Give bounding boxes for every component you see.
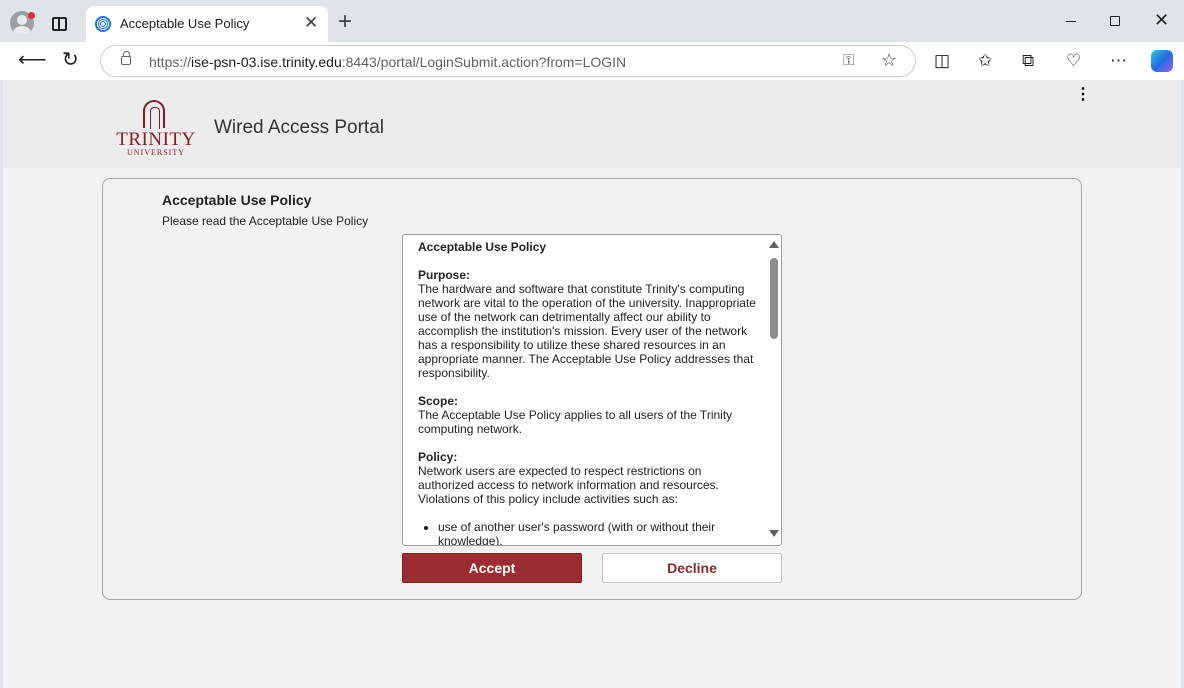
panel-title: Acceptable Use Policy (162, 192, 312, 208)
policy-text-box[interactable]: Acceptable Use Policy Purpose: The hardw… (402, 234, 782, 546)
tab-actions-icon[interactable] (52, 17, 67, 31)
favorite-star-icon[interactable]: ☆ (881, 50, 897, 71)
logo-name: TRINITY (116, 129, 196, 150)
close-window-icon[interactable]: ✕ (1154, 10, 1169, 30)
collections-icon[interactable]: ⧉ (1022, 51, 1034, 71)
browser-tab-active[interactable]: Acceptable Use Policy ✕ (86, 6, 328, 42)
scrollbar[interactable] (767, 235, 781, 545)
notification-dot (28, 12, 35, 19)
minimize-window-icon[interactable] (1066, 21, 1076, 22)
purpose-label: Purpose: (418, 268, 471, 282)
reload-icon[interactable]: ↻ (62, 49, 79, 71)
favorites-icon[interactable]: ✩ (978, 51, 992, 71)
maximize-window-icon[interactable] (1110, 16, 1120, 26)
copilot-icon[interactable] (1151, 50, 1173, 72)
page-content: ⋮ TRINITY UNIVERSITY Wired Access Portal… (3, 80, 1181, 688)
panel-subtitle: Please read the Acceptable Use Policy (162, 214, 369, 228)
address-bar[interactable]: https://ise-psn-03.ise.trinity.edu:8443/… (100, 45, 916, 77)
scrollbar-thumb[interactable] (770, 258, 778, 339)
policy-bullets: use of another user's password (with or … (438, 520, 758, 545)
browser-essentials-icon[interactable]: ♡ (1066, 51, 1081, 71)
browser-toolbar: ⟵ ↻ https://ise-psn-03.ise.trinity.edu:8… (0, 42, 1184, 80)
more-options-icon[interactable]: ⋯ (1110, 51, 1127, 71)
scope-label: Scope: (418, 394, 459, 408)
menu-kebab-icon[interactable]: ⋮ (1075, 87, 1091, 103)
back-arrow-icon[interactable]: ⟵ (18, 49, 47, 71)
accept-button[interactable]: Accept (402, 553, 582, 583)
tower-icon (143, 100, 165, 129)
scroll-down-arrow-icon[interactable] (769, 530, 779, 537)
purpose-text: The hardware and software that constitut… (418, 282, 756, 380)
new-tab-icon[interactable]: + (338, 10, 352, 34)
policy-label: Policy: (418, 450, 458, 464)
portal-title: Wired Access Portal (214, 117, 384, 138)
logo-subtitle: UNIVERSITY (127, 148, 185, 157)
url-path: :8443/portal/LoginSubmit.action?from=LOG… (341, 54, 627, 70)
url-scheme: https:// (149, 54, 192, 70)
url-host: ise-psn-03.ise.trinity.edu (191, 54, 342, 70)
portal-header: ⋮ TRINITY UNIVERSITY Wired Access Portal (3, 80, 1181, 168)
tab-title: Acceptable Use Policy (120, 16, 250, 31)
trinity-logo: TRINITY UNIVERSITY (111, 98, 197, 158)
globe-favicon-icon (95, 16, 111, 32)
close-tab-icon[interactable]: ✕ (304, 14, 318, 32)
key-icon[interactable]: ⚿ (843, 52, 854, 69)
scroll-up-arrow-icon[interactable] (769, 241, 779, 248)
list-item: use of another user's password (with or … (438, 520, 758, 545)
lock-icon[interactable] (121, 51, 131, 65)
decline-button[interactable]: Decline (602, 553, 782, 583)
policy-text: Network users are expected to respect re… (418, 464, 719, 506)
scope-text: The Acceptable Use Policy applies to all… (418, 408, 733, 436)
browser-titlebar: Acceptable Use Policy ✕ + ✕ (0, 0, 1184, 42)
split-screen-icon[interactable]: ◫ (934, 51, 950, 71)
policy-heading: Acceptable Use Policy (418, 240, 547, 254)
aup-panel: Acceptable Use Policy Please read the Ac… (102, 178, 1082, 600)
url-text[interactable]: https://ise-psn-03.ise.trinity.edu:8443/… (149, 54, 626, 70)
policy-content: Acceptable Use Policy Purpose: The hardw… (418, 240, 758, 545)
